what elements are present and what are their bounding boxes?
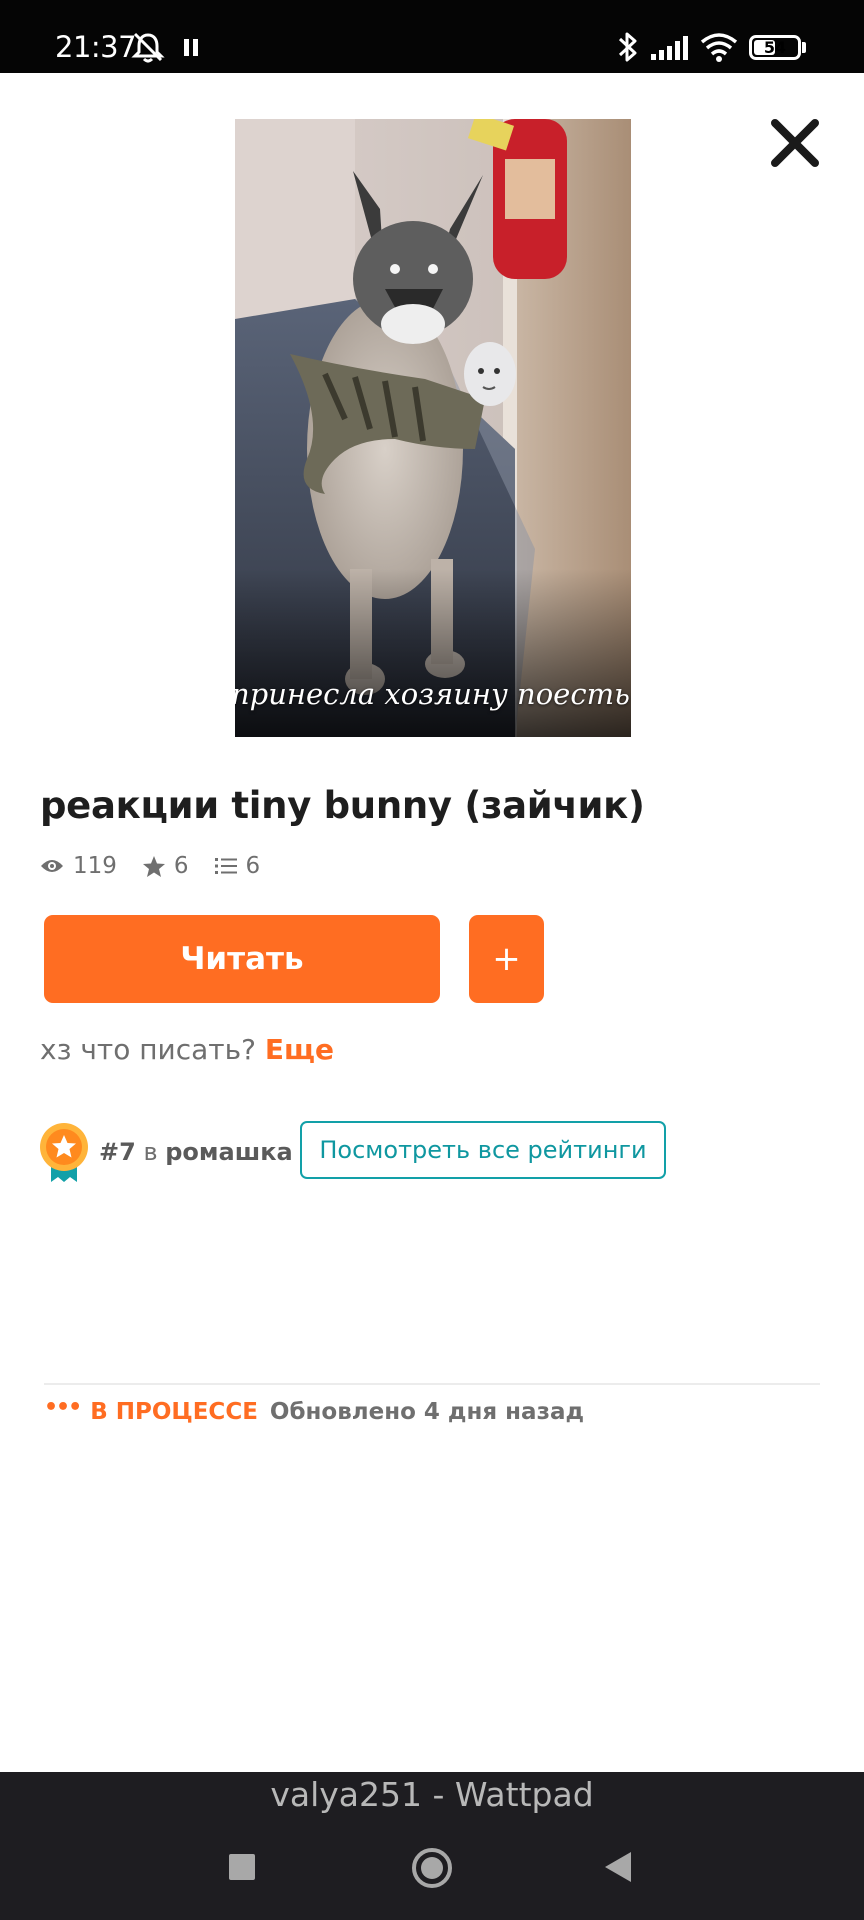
ranking-text[interactable]: #7 в ромашка [99,1138,293,1166]
story-cover[interactable]: принесла хозяину поесть [235,119,631,737]
story-progress: ••• В ПРОЦЕССЕ Обновлено 4 дня назад [44,1395,585,1426]
views-stat: 119 [40,853,117,879]
cover-caption: принесла хозяину поесть [235,677,630,711]
star-icon [142,855,165,877]
signal-icon [651,36,689,65]
status-bar: 21:37 54 [0,0,864,73]
view-all-rankings-button[interactable]: Посмотреть все рейтинги [300,1121,666,1179]
progress-status: В ПРОЦЕССЕ [90,1399,258,1425]
pause-icon [183,39,199,61]
home-button[interactable] [411,1847,453,1894]
ranking-preposition: в [135,1138,166,1166]
parts-stat: 6 [214,853,261,879]
parts-count: 6 [245,853,261,879]
recents-button[interactable] [228,1853,256,1886]
wifi-icon [700,32,738,67]
progress-dots-icon: ••• [44,1394,82,1420]
divider [44,1383,820,1385]
triangle-back-icon [605,1852,631,1882]
eye-icon [41,860,63,872]
story-stats: 119 6 6 [40,852,286,880]
show-more-link[interactable]: Еще [265,1033,334,1066]
status-time: 21:37 [55,30,137,64]
last-updated: Обновлено 4 дня назад [269,1399,585,1425]
close-icon [771,119,819,167]
cover-image [235,119,631,737]
square-icon [229,1854,255,1880]
bell-off-icon [131,31,165,68]
battery-nub [802,42,806,53]
ranking-number: #7 [99,1138,136,1166]
story-title: реакции tiny bunny (зайчик) [40,784,645,827]
back-button[interactable] [604,1851,632,1888]
circle-icon [412,1848,452,1888]
ranking-badge-icon [39,1122,89,1184]
list-icon [214,858,237,874]
battery-icon: 54 [749,35,801,60]
story-description: хз что писать? Еще [40,1033,334,1066]
bluetooth-icon [617,30,639,69]
votes-count: 6 [173,853,189,879]
description-text: хз что писать? [40,1033,265,1066]
app-label: valya251 - Wattpad [270,1775,594,1814]
views-count: 119 [73,853,117,879]
add-to-library-button[interactable]: + [469,915,544,1003]
close-button[interactable] [764,112,826,174]
battery-level: 54 [763,38,787,57]
votes-stat: 6 [142,853,189,879]
read-button[interactable]: Читать [44,915,440,1003]
ranking-tag: ромашка [165,1138,293,1166]
